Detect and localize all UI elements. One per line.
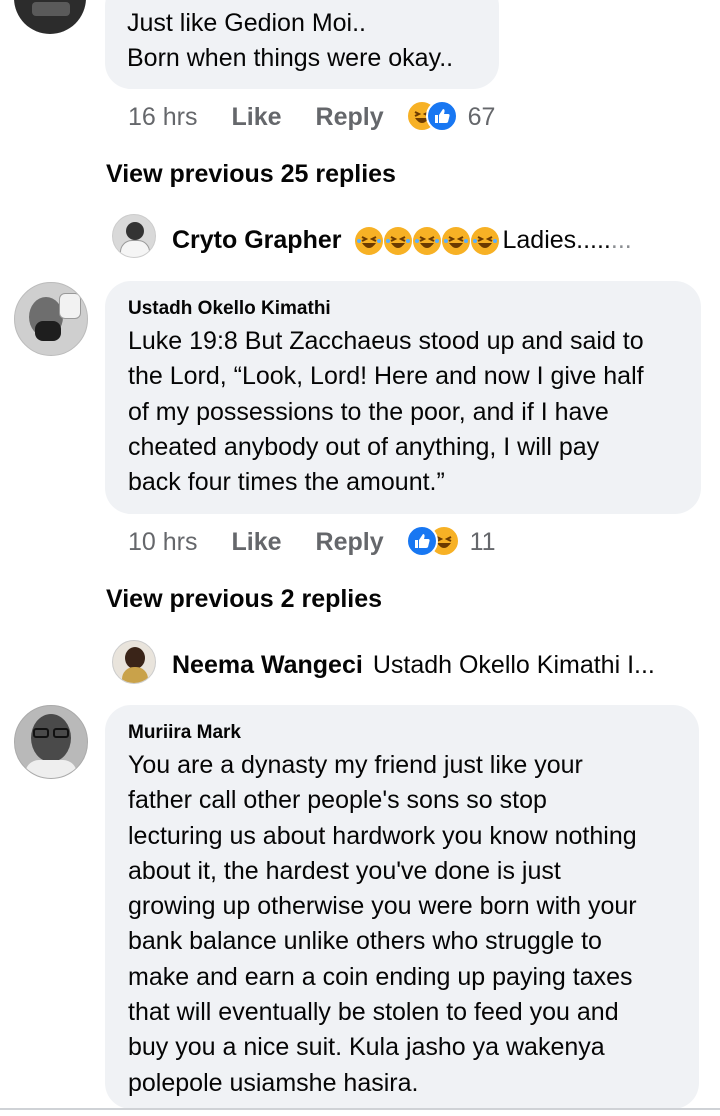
- like-icon: [405, 525, 438, 557]
- comment-author-name[interactable]: Muriira Mark: [128, 722, 677, 744]
- reply-button[interactable]: Reply: [316, 528, 384, 557]
- laughing-emoji-icon: [384, 226, 413, 255]
- comment-text: Just like Gedion Moi.. Born when things …: [127, 9, 454, 73]
- comment-text: Luke 19:8 But Zacchaeus stood up and sai…: [128, 327, 644, 497]
- laughing-emoji-icon: [355, 226, 384, 255]
- comment-timestamp[interactable]: 10 hrs: [128, 528, 197, 557]
- reply-preview-row[interactable]: Neema Wangeci Ustadh Okello Kimathi I...: [172, 651, 655, 680]
- avatar-muriira-mark[interactable]: [14, 705, 88, 779]
- reply-author-name[interactable]: Neema Wangeci: [172, 651, 363, 680]
- laughing-emoji-icon: [413, 226, 442, 255]
- avatar-top-commenter[interactable]: [14, 0, 86, 34]
- comment-author-name[interactable]: Ustadh Okello Kimathi: [128, 298, 679, 320]
- comment-text: You are a dynasty my friend just like yo…: [128, 751, 637, 1097]
- comment-actions-okello: 10 hrs Like Reply 11: [128, 525, 496, 559]
- view-previous-replies-link[interactable]: View previous 25 replies: [106, 160, 396, 189]
- reaction-summary[interactable]: 11: [405, 525, 496, 559]
- avatar-cryto-grapher[interactable]: [112, 214, 156, 258]
- reply-button[interactable]: Reply: [316, 103, 384, 132]
- comment-timestamp[interactable]: 16 hrs: [128, 103, 197, 132]
- comment-bubble-okello: Ustadh Okello Kimathi Luke 19:8 But Zacc…: [105, 281, 701, 514]
- reaction-summary[interactable]: 67: [405, 100, 496, 134]
- reply-preview-text: Ustadh Okello Kimathi I...: [372, 651, 655, 679]
- like-button[interactable]: Like: [231, 103, 281, 132]
- avatar-okello-kimathi[interactable]: [14, 282, 88, 356]
- laughing-emoji-icon: [442, 226, 471, 255]
- reaction-count: 67: [467, 102, 496, 131]
- like-icon: [425, 100, 458, 132]
- reply-preview-row[interactable]: Cryto Grapher Ladies........: [172, 226, 632, 255]
- comment-bubble-muriira: Muriira Mark You are a dynasty my friend…: [105, 705, 699, 1109]
- comment-bubble-top: Just like Gedion Moi.. Born when things …: [105, 0, 499, 89]
- divider: [0, 1108, 720, 1110]
- reply-preview-fade: ...: [610, 226, 632, 254]
- comment-actions-top: 16 hrs Like Reply 67: [128, 100, 495, 134]
- like-button[interactable]: Like: [231, 528, 281, 557]
- view-previous-replies-link[interactable]: View previous 2 replies: [106, 585, 382, 614]
- laughing-emoji-icon: [471, 226, 500, 255]
- avatar-neema-wangeci[interactable]: [112, 640, 156, 684]
- reaction-count: 11: [469, 527, 496, 556]
- laughing-emoji-row: [355, 226, 500, 255]
- reply-preview-text: Ladies.....: [502, 226, 611, 254]
- reply-author-name[interactable]: Cryto Grapher: [172, 226, 341, 255]
